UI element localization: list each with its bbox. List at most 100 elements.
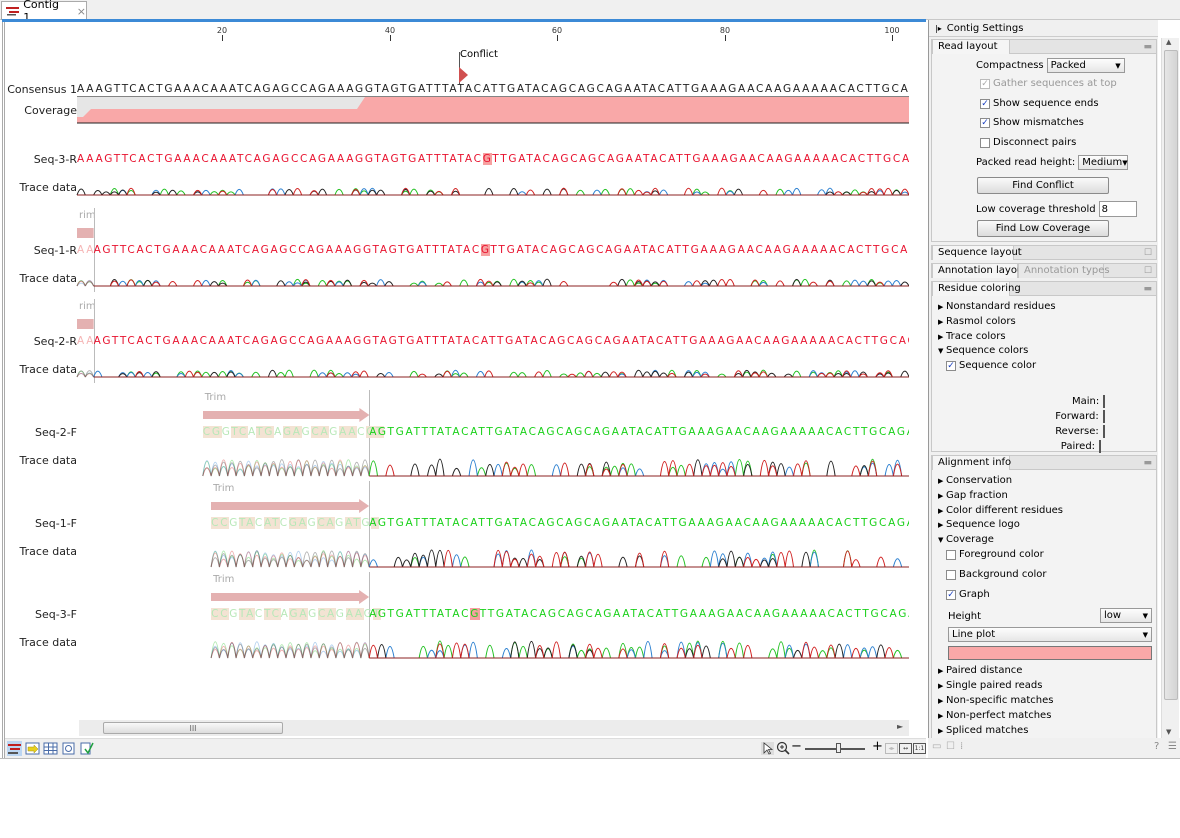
table-view-icon[interactable] [43, 741, 58, 756]
show-mismatches-checkbox[interactable]: ✓ [980, 117, 990, 128]
settings-menu-icon[interactable]: ☰ [1168, 741, 1177, 752]
tree-item-paired-distance[interactable]: ▶ Paired distance [938, 665, 1022, 676]
color-swatch[interactable] [1099, 440, 1102, 453]
read-name-label[interactable]: Seq-2-R [5, 335, 77, 348]
scrollbar-thumb[interactable]: III [103, 722, 283, 734]
float-icon[interactable]: ⁞ [960, 741, 963, 752]
color-swatch[interactable] [1102, 425, 1105, 438]
minimize-all-icon[interactable]: ▭ [932, 741, 941, 752]
horizontal-scrollbar[interactable]: III [79, 720, 909, 736]
graph-checkbox[interactable]: ✓ [946, 589, 956, 600]
read-sequence[interactable]: AGTGATTTATACATTGATACAGCAGCAGAATACATTGAAA… [369, 426, 909, 438]
read-name-label[interactable]: Seq-3-R [5, 153, 77, 166]
tree-item-sequence-colors[interactable]: ▼ Sequence colors [938, 345, 1028, 356]
contig-view-icon[interactable] [7, 741, 22, 756]
residue-coloring-group-header[interactable]: Residue coloring ▬ [931, 281, 1157, 296]
tab-contig-1[interactable]: Contig 1 × [1, 0, 87, 24]
zoom-out-button[interactable]: − [791, 739, 802, 754]
tree-item-spliced-matches[interactable]: ▶ Spliced matches [938, 725, 1028, 736]
read-sequence[interactable]: AGTGATTTATACATTGATACAGCAGCAGAATACATTGAAA… [369, 517, 909, 529]
side-panel-scrollbar[interactable]: ▲ ▼ [1161, 38, 1179, 738]
show-sequence-ends-checkbox[interactable]: ✓ [980, 98, 990, 109]
minimize-icon[interactable]: ▬ [1143, 458, 1152, 468]
tree-item-color-different-residues[interactable]: ▶ Color different residues [938, 505, 1063, 516]
contig-editor[interactable]: 20 40 60 80 100 Conflict Consensus 1 AAA… [2, 22, 926, 758]
packed-read-height-select[interactable]: Medium ▼ [1078, 155, 1129, 170]
sequence-layout-group-header[interactable]: Sequence layout ☐ [931, 245, 1157, 260]
read-layout-group-header[interactable]: Read layout ▬ [931, 39, 1157, 54]
compactness-select[interactable]: Packed ▼ [1046, 58, 1125, 73]
mismatch-base[interactable]: G [482, 153, 493, 165]
tree-item-single-paired-reads[interactable]: ▶ Single paired reads [938, 680, 1042, 691]
tab-alignment-info[interactable]: Alignment info [932, 455, 1011, 470]
mismatch-base[interactable]: G [480, 244, 491, 256]
tab-read-layout[interactable]: Read layout [932, 39, 1010, 54]
read-name-label[interactable]: Seq-1-R [5, 244, 77, 257]
table-arrow-icon[interactable] [25, 741, 40, 756]
trim-annotation-arrow[interactable] [211, 499, 371, 513]
read-sequence[interactable]: AAAGTTCACTGAAACAAATCAGAGCCAGAAAGGTAGTGAT… [77, 153, 909, 165]
tab-sequence-layout[interactable]: Sequence layout [932, 245, 1022, 260]
read-sequence[interactable]: AGTTCACTGAAACAAATCAGAGCCAGAAAGGTAGTGATTT… [94, 244, 909, 256]
trim-annotation-label[interactable]: Trim [213, 483, 234, 494]
color-swatch[interactable] [1102, 410, 1105, 423]
conflict-flag-icon[interactable] [459, 67, 469, 83]
foreground-color-checkbox[interactable] [946, 549, 956, 560]
read-name-label[interactable]: Seq-2-F [5, 426, 77, 439]
tree-item-rasmol-colors[interactable]: ▶ Rasmol colors [938, 316, 1016, 327]
mismatch-base[interactable]: G [470, 608, 480, 620]
zoom-100-button[interactable]: 1:1 [913, 743, 926, 754]
read-sequence[interactable]: AGTGATTTATACGTTGATACAGCAGCAGAATACATTGAAA… [369, 608, 909, 620]
graph-color-swatch[interactable] [948, 646, 1152, 660]
find-conflict-button[interactable]: Find Conflict [977, 177, 1109, 194]
low-coverage-threshold-input[interactable]: 8 [1098, 201, 1137, 217]
minimize-icon[interactable]: ▬ [1143, 42, 1152, 52]
scroll-up-arrow[interactable]: ▲ [1166, 38, 1171, 46]
tree-item-conservation[interactable]: ▶ Conservation [938, 475, 1012, 486]
collapse-panel-icon[interactable]: |▸ [935, 24, 942, 33]
read-name-label[interactable]: Seq-3-F [5, 608, 77, 621]
find-low-coverage-button[interactable]: Find Low Coverage [977, 220, 1109, 237]
minimize-icon[interactable]: ▬ [1143, 284, 1152, 294]
side-scrollbar-thumb[interactable] [1164, 50, 1178, 700]
annotation-layout-group-header[interactable]: Annotation layout Annotation types ☐ [931, 263, 1157, 278]
tab-annotation-layout[interactable]: Annotation layout [932, 263, 1027, 278]
plot-type-select[interactable]: Line plot ▼ [948, 627, 1152, 642]
tree-item-non-specific-matches[interactable]: ▶ Non-specific matches [938, 695, 1054, 706]
trim-annotation-arrow[interactable] [211, 590, 371, 604]
scroll-right-arrow[interactable]: ► [897, 722, 903, 731]
tree-item-non-perfect-matches[interactable]: ▶ Non-perfect matches [938, 710, 1051, 721]
validate-icon[interactable] [79, 741, 94, 756]
trim-annotation-arrow[interactable] [77, 317, 96, 331]
selection-tool-icon[interactable] [761, 742, 774, 755]
tree-item-nonstandard-residues[interactable]: ▶ Nonstandard residues [938, 301, 1056, 312]
sequence-color-checkbox[interactable]: ✓ [946, 360, 956, 371]
tree-item-gap-fraction[interactable]: ▶ Gap fraction [938, 490, 1008, 501]
side-panel-header[interactable]: |▸ Contig Settings [929, 20, 1158, 37]
help-icon[interactable]: ? [1154, 741, 1159, 752]
color-swatch[interactable] [1103, 395, 1106, 408]
zoom-in-button[interactable]: + [872, 739, 883, 754]
tree-item-trace-colors[interactable]: ▶ Trace colors [938, 331, 1006, 342]
trim-annotation-arrow[interactable] [202, 408, 371, 422]
expand-group-icon[interactable]: ☐ [1144, 266, 1152, 276]
fit-to-screen-icon[interactable]: ↔ [899, 743, 912, 754]
trim-annotation-label[interactable]: Trim [213, 574, 234, 585]
restore-icon[interactable]: ☐ [946, 741, 955, 752]
zoom-in-tool-icon[interactable] [776, 741, 790, 755]
close-icon[interactable]: × [77, 5, 86, 18]
zoom-slider-handle[interactable] [835, 743, 841, 753]
tab-annotation-types[interactable]: Annotation types [1018, 263, 1110, 278]
tree-item-sequence-logo[interactable]: ▶ Sequence logo [938, 519, 1020, 530]
expand-group-icon[interactable]: ☐ [1144, 248, 1152, 258]
trim-annotation-arrow[interactable] [77, 226, 96, 240]
trim-annotation-label[interactable]: Trim [205, 392, 226, 403]
zoom-slider[interactable] [805, 743, 865, 753]
background-color-checkbox[interactable] [946, 569, 956, 580]
scroll-down-arrow[interactable]: ▼ [1166, 728, 1171, 736]
conflict-annotation-label[interactable]: Conflict [460, 49, 498, 60]
read-sequence[interactable]: AGTTCACTGAAACAAATCAGAGCCAGAAAGGTAGTGATTT… [94, 335, 909, 347]
tab-residue-coloring[interactable]: Residue coloring [932, 281, 1021, 296]
history-icon[interactable] [61, 741, 76, 756]
height-select[interactable]: low ▼ [1100, 608, 1152, 623]
